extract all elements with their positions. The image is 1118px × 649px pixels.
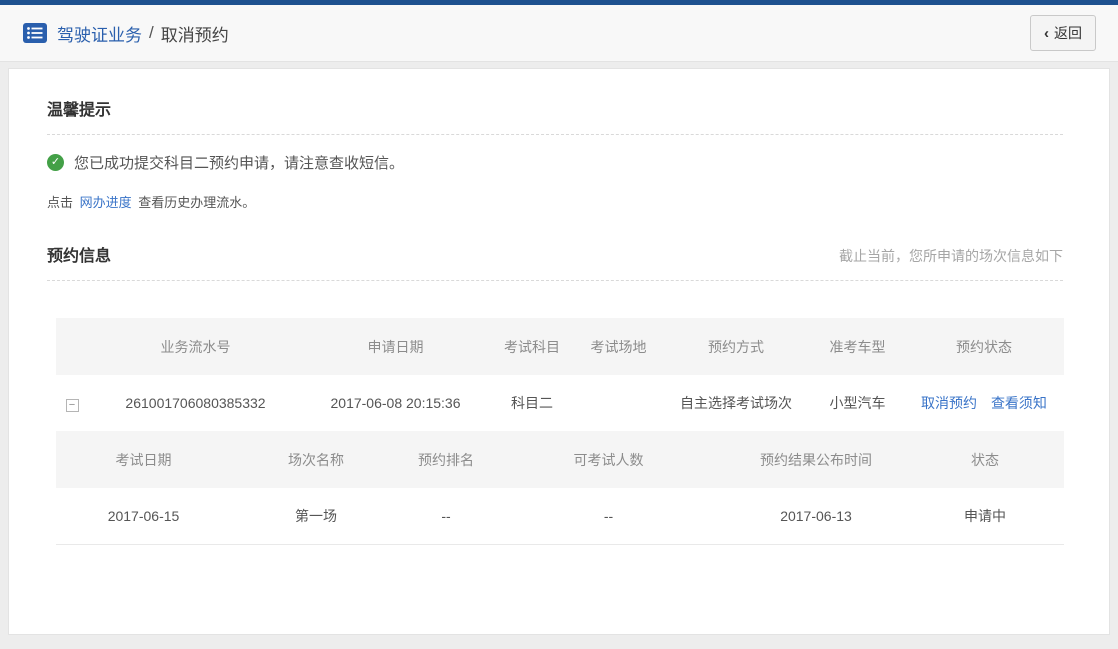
- tips-title: 温馨提示: [47, 96, 1063, 120]
- expand-column-header: [56, 318, 88, 375]
- collapse-cell: −: [56, 375, 88, 431]
- col-session-name: 场次名称: [231, 431, 401, 488]
- result-date-cell: 2017-06-13: [726, 488, 906, 544]
- page-header: 驾驶证业务 / 取消预约 ‹ 返回: [0, 5, 1118, 62]
- booking-section-header: 预约信息 截止当前，您所申请的场次信息如下: [47, 242, 1063, 266]
- success-check-icon: ✓: [47, 154, 64, 171]
- col-capacity: 可考试人数: [491, 431, 726, 488]
- booking-tables: 业务流水号 申请日期 考试科目 考试场地 预约方式 准考车型 预约状态 −: [56, 318, 1063, 545]
- booking-table-header-row: 业务流水号 申请日期 考试科目 考试场地 预约方式 准考车型 预约状态: [56, 318, 1064, 375]
- booking-title: 预约信息: [47, 242, 111, 266]
- booking-divider: [47, 280, 1063, 281]
- col-vehicle: 准考车型: [811, 318, 904, 375]
- progress-link[interactable]: 网办进度: [80, 195, 132, 210]
- session-status-cell: 申请中: [906, 488, 1064, 544]
- actions-cell: 取消预约 查看须知: [904, 375, 1064, 431]
- breadcrumb: 驾驶证业务 / 取消预约: [22, 21, 229, 46]
- tips-divider: [47, 134, 1063, 135]
- content-panel: 温馨提示 ✓ 您已成功提交科目二预约申请，请注意查收短信。 点击 网办进度 查看…: [8, 68, 1110, 635]
- booking-table: 业务流水号 申请日期 考试科目 考试场地 预约方式 准考车型 预约状态 −: [56, 318, 1064, 431]
- col-result-date: 预约结果公布时间: [726, 431, 906, 488]
- booking-subtitle: 截止当前，您所申请的场次信息如下: [839, 246, 1063, 266]
- breadcrumb-current: 取消预约: [161, 21, 229, 46]
- progress-hint-suffix: 查看历史办理流水。: [138, 195, 255, 210]
- col-rank: 预约排名: [401, 431, 491, 488]
- chevron-left-icon: ‹: [1044, 26, 1049, 41]
- breadcrumb-separator: /: [149, 23, 154, 43]
- col-subject: 考试科目: [488, 318, 576, 375]
- back-button[interactable]: ‹ 返回: [1030, 15, 1096, 51]
- success-message: 您已成功提交科目二预约申请，请注意查收短信。: [74, 152, 404, 173]
- col-venue: 考试场地: [576, 318, 661, 375]
- session-name-cell: 第一场: [231, 488, 401, 544]
- session-table: 考试日期 场次名称 预约排名 可考试人数 预约结果公布时间 状态 2017-06…: [56, 431, 1064, 545]
- vehicle-cell: 小型汽车: [811, 375, 904, 431]
- list-icon: [22, 22, 48, 44]
- col-exam-date: 考试日期: [56, 431, 231, 488]
- session-row: 2017-06-15 第一场 -- -- 2017-06-13 申请中: [56, 488, 1064, 544]
- back-button-label: 返回: [1054, 23, 1082, 43]
- booking-row: − 261001706080385332 2017-06-08 20:15:36…: [56, 375, 1064, 431]
- col-apply-date: 申请日期: [303, 318, 488, 375]
- booking-section: 预约信息 截止当前，您所申请的场次信息如下 业务流水号 申请日期 考试科目 考试…: [47, 242, 1063, 545]
- tips-section: 温馨提示 ✓ 您已成功提交科目二预约申请，请注意查收短信。 点击 网办进度 查看…: [47, 96, 1063, 211]
- venue-cell: [576, 375, 661, 431]
- capacity-cell: --: [491, 488, 726, 544]
- success-message-row: ✓ 您已成功提交科目二预约申请，请注意查收短信。: [47, 152, 1063, 173]
- collapse-row-icon[interactable]: −: [66, 399, 79, 412]
- breadcrumb-root-link[interactable]: 驾驶证业务: [57, 21, 142, 46]
- rank-cell: --: [401, 488, 491, 544]
- col-serial: 业务流水号: [88, 318, 303, 375]
- method-cell: 自主选择考试场次: [661, 375, 811, 431]
- session-table-header-row: 考试日期 场次名称 预约排名 可考试人数 预约结果公布时间 状态: [56, 431, 1064, 488]
- progress-hint: 点击 网办进度 查看历史办理流水。: [47, 192, 1063, 211]
- col-session-status: 状态: [906, 431, 1064, 488]
- exam-date-cell: 2017-06-15: [56, 488, 231, 544]
- apply-date-cell: 2017-06-08 20:15:36: [303, 375, 488, 431]
- cancel-booking-link[interactable]: 取消预约: [921, 395, 977, 411]
- col-method: 预约方式: [661, 318, 811, 375]
- progress-hint-prefix: 点击: [47, 195, 73, 210]
- view-notice-link[interactable]: 查看须知: [991, 395, 1047, 411]
- subject-cell: 科目二: [488, 375, 576, 431]
- col-status: 预约状态: [904, 318, 1064, 375]
- serial-cell: 261001706080385332: [88, 375, 303, 431]
